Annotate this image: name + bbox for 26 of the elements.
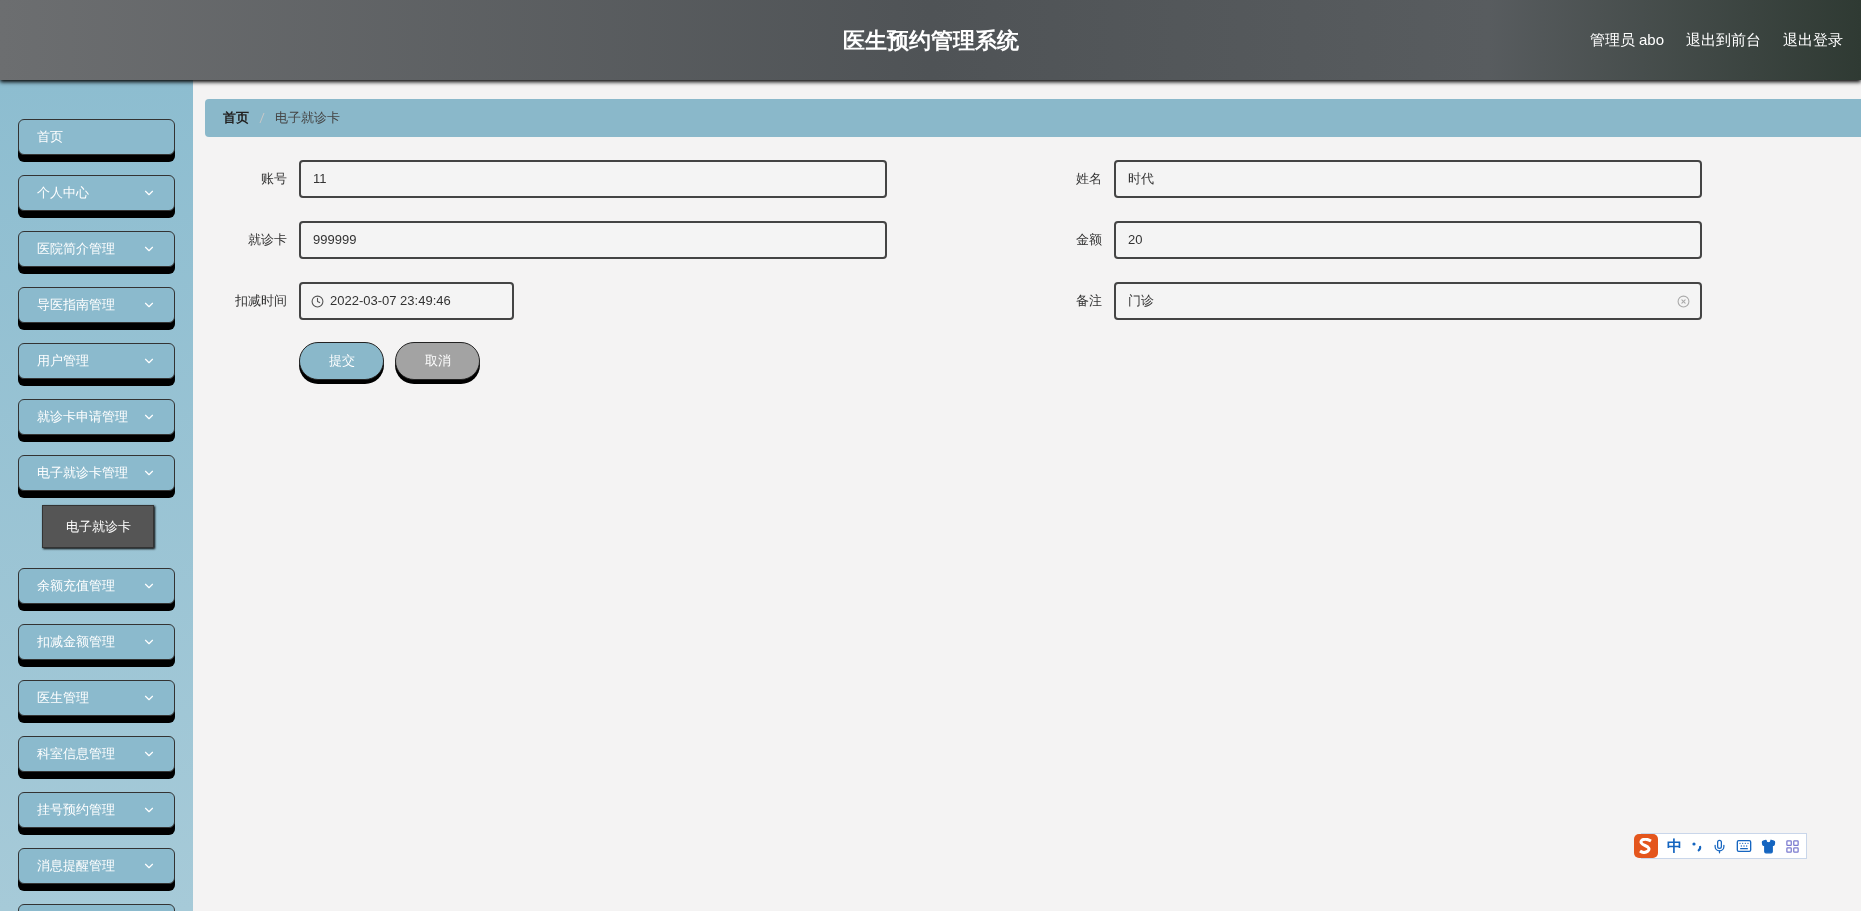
- field-label: 就诊卡: [247, 231, 288, 250]
- input-field[interactable]: 门诊: [1114, 282, 1702, 320]
- breadcrumb-link[interactable]: 电子就诊卡: [275, 108, 340, 128]
- microphone-icon[interactable]: [1712, 838, 1727, 854]
- submenu-item[interactable]: 电子就诊卡: [42, 505, 154, 548]
- field-label: 扣减时间: [234, 292, 288, 311]
- input-field[interactable]: 时代: [1114, 160, 1702, 198]
- breadcrumb-link[interactable]: 首页: [223, 108, 249, 128]
- field-label: 姓名: [1075, 170, 1103, 189]
- field-label: 账号: [260, 170, 288, 189]
- clock-icon: [311, 294, 324, 308]
- keyboard-icon[interactable]: [1736, 838, 1752, 854]
- datetime-field[interactable]: 2022-03-07 23:49:46: [299, 282, 514, 320]
- input-field[interactable]: 999999: [299, 221, 887, 259]
- field-label: 金额: [1075, 231, 1103, 250]
- header-link[interactable]: 退出登录: [1783, 28, 1843, 52]
- input-mode-toggle[interactable]: 中: [1667, 834, 1682, 858]
- admin-label: 管理员 abo: [1589, 29, 1664, 50]
- header-link[interactable]: 退出到前台: [1686, 28, 1761, 52]
- grid-icon[interactable]: [1785, 838, 1800, 854]
- input-field[interactable]: 20: [1114, 221, 1702, 259]
- input-field[interactable]: 11: [299, 160, 887, 198]
- app-title: 医生预约管理系统: [842, 26, 1019, 55]
- field-label: 备注: [1075, 292, 1103, 311]
- separator-icon: [259, 112, 265, 124]
- shirt-icon[interactable]: [1761, 838, 1776, 854]
